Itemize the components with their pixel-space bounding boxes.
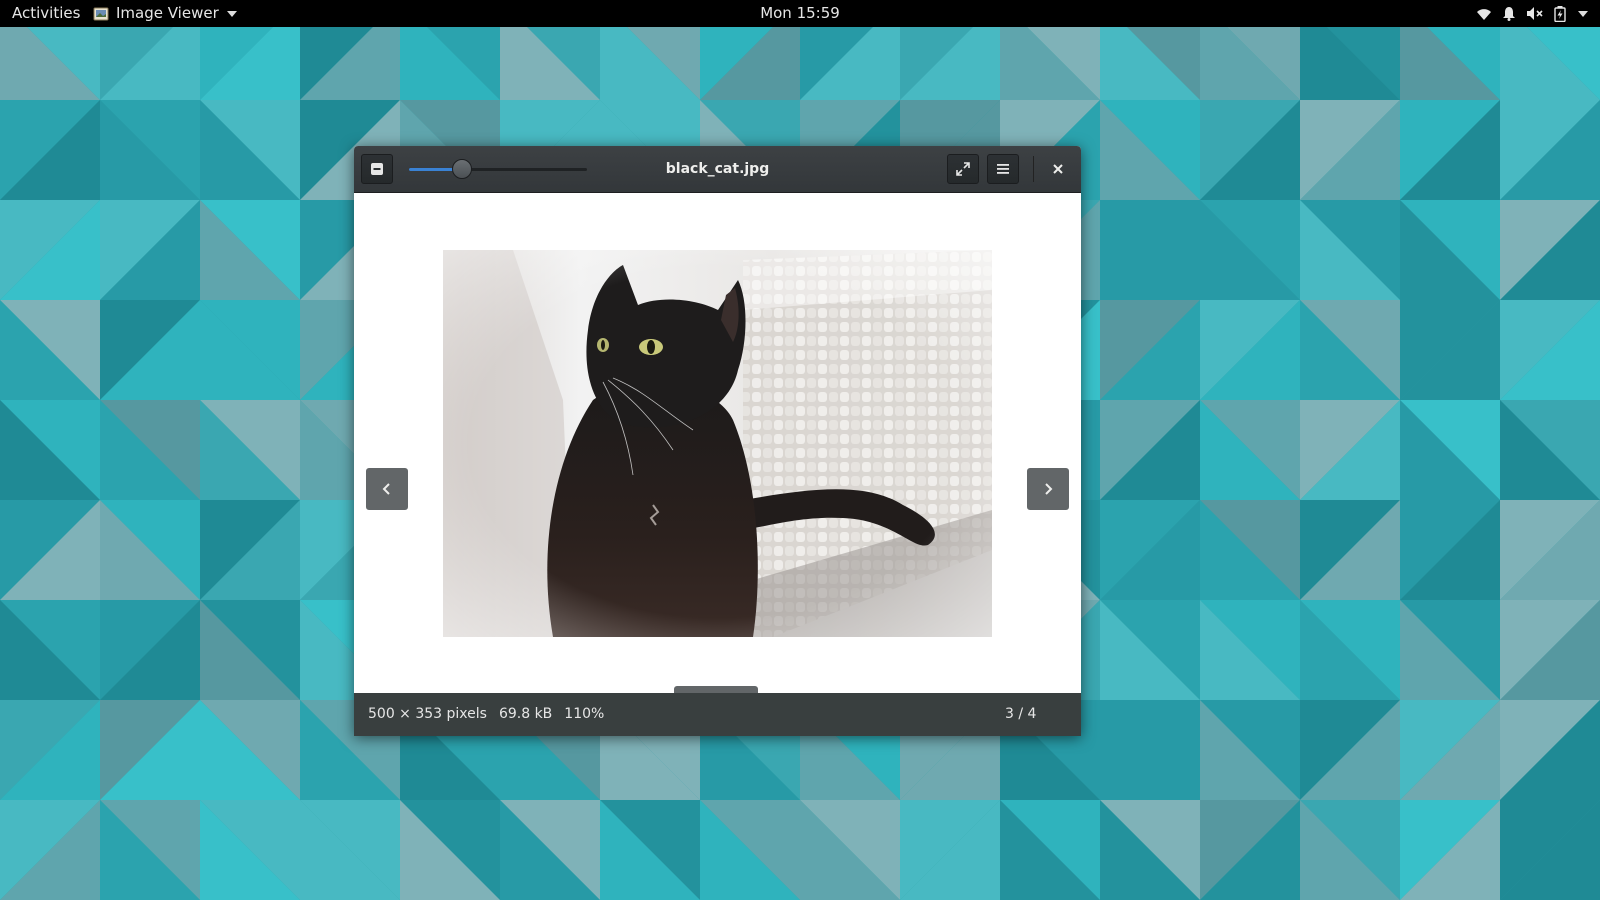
activities-button[interactable]: Activities [12,0,80,27]
previous-image-button[interactable] [366,468,408,510]
app-menu-label: Image Viewer [116,4,219,22]
zoom-slider[interactable] [409,159,587,179]
chevron-right-icon [1045,483,1053,495]
zoom-slider-handle[interactable] [452,159,473,179]
chevron-down-icon [226,10,237,17]
volume-icon [1527,7,1543,20]
wifi-icon [1477,8,1491,20]
image-viewer-window: black_cat.jpg 500 × 353 pixels 69.8 kB 1… [354,146,1081,736]
system-menu-caret-icon [1578,10,1588,17]
clock[interactable]: Mon 15:59 [760,4,840,22]
top-bar: Activities Image Viewer Mon 15:59 [0,0,1600,27]
hamburger-menu-icon [997,164,1009,174]
close-icon [1053,164,1063,174]
notification-bell-icon [1503,7,1515,21]
image-viewer-app-icon [93,7,109,20]
zoom-out-button[interactable] [361,154,393,184]
image-counter: 3 / 4 [1005,706,1037,722]
chevron-left-icon [382,483,390,495]
app-menu[interactable]: Image Viewer [92,0,237,27]
window-title: black_cat.jpg [665,161,770,177]
header-separator [1033,156,1034,182]
fullscreen-icon [956,162,970,176]
main-menu-button[interactable] [987,154,1019,184]
battery-icon [1554,5,1566,22]
fullscreen-button[interactable] [947,154,979,184]
zoom-out-icon [371,163,383,175]
status-bar: 500 × 353 pixels 69.8 kB 110% 3 / 4 [354,693,1081,736]
close-button[interactable] [1043,154,1073,184]
image-dimensions: 500 × 353 pixels [368,706,487,722]
system-tray[interactable] [1476,0,1588,27]
zoom-level: 110% [564,706,605,722]
next-image-button[interactable] [1027,468,1069,510]
header-bar: black_cat.jpg [354,146,1081,193]
displayed-image [443,250,992,637]
file-size: 69.8 kB [498,706,553,722]
image-canvas[interactable] [354,193,1081,728]
